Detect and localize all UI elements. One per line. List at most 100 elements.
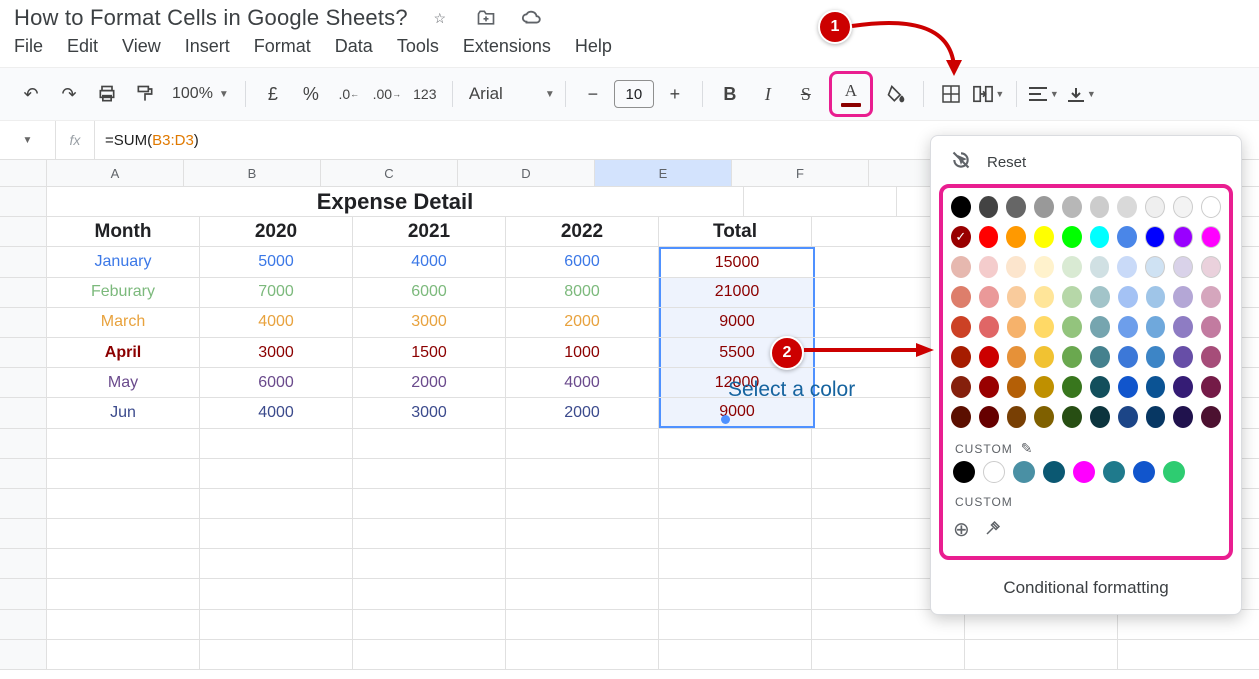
color-swatch[interactable] [1201, 286, 1221, 308]
increase-decimal-button[interactable]: .00→ [370, 76, 404, 112]
data-cell[interactable]: 7000 [200, 278, 353, 307]
doc-title[interactable]: How to Format Cells in Google Sheets? [14, 5, 408, 31]
zoom-select[interactable]: 100%▼ [166, 76, 235, 112]
data-cell[interactable]: 3000 [200, 338, 353, 367]
color-swatch[interactable] [1118, 286, 1138, 308]
color-swatch[interactable] [1118, 316, 1138, 338]
merge-button[interactable]: ▼ [972, 76, 1006, 112]
month-cell[interactable]: April [47, 338, 200, 367]
col-head-A[interactable]: A [47, 160, 184, 186]
formula-bar[interactable]: =SUM(B3:D3) [95, 132, 199, 149]
month-cell[interactable]: May [47, 368, 200, 397]
decrease-decimal-button[interactable]: .0← [332, 76, 366, 112]
color-swatch[interactable] [1118, 406, 1138, 428]
color-swatch[interactable] [979, 286, 999, 308]
header-2021[interactable]: 2021 [353, 217, 506, 246]
color-swatch[interactable] [979, 316, 999, 338]
color-swatch[interactable] [1201, 346, 1221, 368]
edit-icon[interactable]: ✎ [1021, 440, 1034, 457]
color-swatch[interactable] [1062, 226, 1082, 248]
header-2020[interactable]: 2020 [200, 217, 353, 246]
month-cell[interactable]: January [47, 247, 200, 276]
color-swatch[interactable] [1201, 226, 1221, 248]
color-swatch[interactable] [1062, 346, 1082, 368]
redo-button[interactable]: ↷ [52, 76, 86, 112]
font-size-input[interactable]: 10 [614, 80, 654, 108]
menu-format[interactable]: Format [254, 36, 311, 57]
menu-view[interactable]: View [122, 36, 161, 57]
header-total[interactable]: Total [659, 217, 812, 246]
color-swatch[interactable] [1201, 316, 1221, 338]
color-swatch[interactable] [1146, 376, 1166, 398]
font-size-decrease[interactable]: − [576, 76, 610, 112]
color-swatch[interactable] [1117, 226, 1137, 248]
color-swatch[interactable] [1145, 226, 1165, 248]
menu-extensions[interactable]: Extensions [463, 36, 551, 57]
row-head[interactable] [0, 187, 47, 216]
vertical-align-button[interactable]: ▼ [1065, 76, 1099, 112]
color-swatch[interactable] [1201, 196, 1221, 218]
color-swatch[interactable] [1118, 376, 1138, 398]
data-cell[interactable]: 4000 [506, 368, 659, 397]
custom-color-swatch[interactable] [1103, 461, 1125, 483]
month-cell[interactable]: Jun [47, 398, 200, 427]
row-head[interactable] [0, 217, 47, 246]
row-head[interactable] [0, 640, 47, 669]
color-swatch[interactable] [1062, 196, 1082, 218]
color-swatch[interactable] [1034, 346, 1054, 368]
color-swatch[interactable] [1201, 256, 1221, 278]
horizontal-align-button[interactable]: ▼ [1027, 76, 1061, 112]
total-cell[interactable]: 21000 [659, 278, 815, 307]
color-swatch[interactable] [1090, 406, 1110, 428]
print-button[interactable] [90, 76, 124, 112]
row-head[interactable] [0, 579, 47, 608]
color-swatch[interactable] [951, 316, 971, 338]
color-swatch[interactable] [1007, 406, 1027, 428]
color-swatch[interactable] [1146, 286, 1166, 308]
row-head[interactable] [0, 368, 47, 397]
color-swatch[interactable] [1173, 256, 1193, 278]
color-swatch[interactable] [1090, 226, 1110, 248]
header-2022[interactable]: 2022 [506, 217, 659, 246]
color-swatch[interactable] [1117, 256, 1137, 278]
color-swatch[interactable]: ✓ [951, 226, 971, 248]
custom-color-swatch[interactable] [983, 461, 1005, 483]
color-swatch[interactable] [1006, 226, 1026, 248]
header-month[interactable]: Month [47, 217, 200, 246]
conditional-formatting-button[interactable]: Conditional formatting [931, 560, 1241, 598]
color-swatch[interactable] [1034, 376, 1054, 398]
custom-color-swatch[interactable] [1163, 461, 1185, 483]
total-cell[interactable]: 9000 [659, 308, 815, 337]
cloud-status-icon[interactable] [518, 4, 546, 32]
data-cell[interactable]: 5000 [200, 247, 353, 276]
color-swatch[interactable] [1146, 346, 1166, 368]
color-swatch[interactable] [951, 196, 971, 218]
menu-tools[interactable]: Tools [397, 36, 439, 57]
row-head[interactable] [0, 489, 47, 518]
color-swatch[interactable] [1034, 406, 1054, 428]
row-head[interactable] [0, 459, 47, 488]
color-swatch[interactable] [1007, 346, 1027, 368]
color-swatch[interactable] [1145, 196, 1165, 218]
col-head-C[interactable]: C [321, 160, 458, 186]
color-swatch[interactable] [1201, 376, 1221, 398]
total-cell[interactable]: 9000 [659, 398, 815, 427]
italic-button[interactable]: I [751, 76, 785, 112]
row-head[interactable] [0, 338, 47, 367]
reset-color-button[interactable]: Reset [931, 146, 1241, 184]
paint-format-button[interactable] [128, 76, 162, 112]
data-cell[interactable]: 4000 [200, 398, 353, 427]
row-head[interactable] [0, 278, 47, 307]
custom-color-swatch[interactable] [953, 461, 975, 483]
month-cell[interactable]: March [47, 308, 200, 337]
row-head[interactable] [0, 519, 47, 548]
color-swatch[interactable] [1062, 406, 1082, 428]
color-swatch[interactable] [1007, 376, 1027, 398]
menu-help[interactable]: Help [575, 36, 612, 57]
color-swatch[interactable] [1173, 196, 1193, 218]
row-head[interactable] [0, 398, 47, 427]
data-cell[interactable]: 6000 [200, 368, 353, 397]
color-swatch[interactable] [1006, 256, 1026, 278]
color-swatch[interactable] [1090, 286, 1110, 308]
color-swatch[interactable] [979, 346, 999, 368]
